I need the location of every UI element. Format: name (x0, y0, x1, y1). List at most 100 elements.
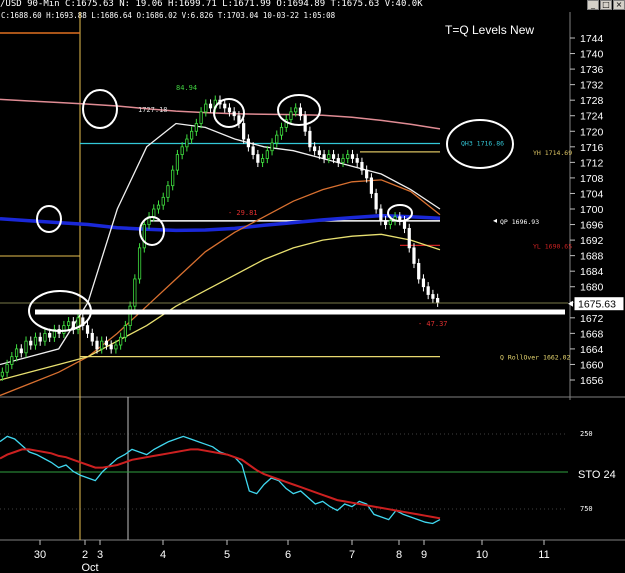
ohlc-readout: C:1688.60 H:1693.88 L:1686.64 O:1686.02 … (1, 11, 336, 20)
candle-body (379, 208, 383, 222)
candle-body (431, 294, 435, 299)
candle-body (14, 348, 19, 358)
candle-body (289, 111, 293, 121)
time-tick-label: 4 (160, 549, 166, 561)
time-tick-label: 5 (224, 549, 230, 561)
price-tick-label: 1664 (580, 344, 604, 356)
price-tick-label: 1724 (580, 111, 604, 123)
price-tick-label: 1660 (580, 359, 604, 371)
candle-body (331, 154, 336, 159)
highlight-ellipse (36, 205, 62, 233)
candle-body (279, 126, 284, 136)
moving-average-white (0, 122, 441, 366)
price-tick-label: 1672 (580, 313, 604, 325)
sto-tick-label: 250 (580, 430, 593, 438)
candle-body (95, 340, 99, 350)
candle-body (171, 169, 175, 187)
sto-tick-label: 750 (580, 505, 593, 513)
candle-body (402, 220, 407, 229)
time-tick-label: 7 (349, 549, 355, 561)
price-annotation: 84.94 (176, 84, 197, 92)
sto-series-line (0, 435, 441, 525)
candle-body (208, 103, 213, 109)
candle-body (355, 158, 359, 163)
candle-body (119, 336, 123, 346)
candle-body (185, 138, 189, 148)
candle-body (275, 134, 279, 144)
price-tick-label: 1708 (580, 173, 604, 185)
candle-body (38, 336, 42, 342)
candle-body (166, 185, 170, 198)
candle-body (19, 348, 23, 354)
candle-body (194, 123, 198, 132)
level-label-q-rollover: Q RollOver 1662.02 (500, 354, 571, 362)
candle-body (223, 103, 227, 109)
level-label-yh: YH 1714.69 (533, 149, 572, 157)
candle-body (336, 158, 340, 163)
price-tick-label: 1736 (580, 64, 604, 76)
chart-title: T=Q Levels New (445, 23, 534, 37)
price-tick-label: 1728 (580, 95, 604, 107)
price-annotation: 1727.18 (138, 106, 168, 114)
candle-body (407, 228, 411, 249)
candle-body (350, 154, 355, 159)
candle-body (317, 150, 321, 155)
candle-body (242, 123, 246, 140)
candle-body (175, 154, 180, 171)
candle-body (360, 161, 364, 171)
time-tick-label: 30 (34, 549, 46, 561)
price-tick-label: 1680 (580, 282, 604, 294)
time-month-label: Oct (81, 562, 98, 573)
stochastic-panel: STO 24 250 750 (0, 430, 616, 525)
candle-body (346, 154, 350, 159)
candle-body (0, 371, 4, 377)
candle-body (298, 107, 303, 117)
price-annotation: - 29.81 (228, 209, 258, 217)
level-label-qp: QP 1696.93 (500, 218, 539, 226)
chart-canvas: C:1688.60 H:1693.88 L:1686.64 O:1686.02 … (0, 11, 625, 573)
candle-body (383, 220, 388, 225)
highlight-ellipse (82, 89, 118, 129)
candle-body (5, 364, 9, 373)
candle-body (85, 325, 90, 334)
candle-body (156, 204, 161, 210)
candle-body (341, 158, 345, 163)
candle-body (199, 111, 203, 124)
candle-body (104, 340, 109, 346)
candle-body (388, 220, 392, 225)
time-tick-label: 10 (476, 549, 488, 561)
price-tick-label: 1688 (580, 251, 604, 263)
price-tick-label: 1656 (580, 375, 604, 387)
candle-body (142, 224, 146, 249)
price-tick-label: 1716 (580, 142, 604, 154)
candle-body (251, 146, 255, 155)
candle-body (114, 344, 118, 350)
price-tick-label: 1692 (580, 235, 604, 247)
candle-body (308, 130, 312, 148)
candle-body (48, 332, 52, 338)
price-tick-label: 1740 (580, 49, 604, 61)
level-label-qh3: QH3 1716.86 (461, 139, 504, 147)
price-tick-label: 1732 (580, 80, 604, 92)
candle-body (232, 111, 236, 117)
price-annotation: - 47.37 (418, 320, 448, 328)
moving-average-blue (0, 213, 441, 233)
time-axis: 30 2 3 4 5 6 7 8 9 10 11 Oct (34, 540, 550, 573)
candle-body (270, 142, 274, 152)
candle-body (29, 340, 33, 346)
last-price-label: 1675.63 (578, 299, 616, 311)
candle-body (133, 278, 137, 307)
candle-body (180, 146, 184, 155)
price-panel: QH3 1716.86 YH 1714.69 QP 1696.93 YL 1690.6… (0, 12, 572, 540)
candle-body (256, 154, 260, 163)
candle-body (246, 138, 250, 148)
qp-marker-icon (493, 218, 497, 223)
candle-body (152, 208, 156, 218)
sto-label: STO 24 (578, 469, 616, 481)
price-tick-label: 1696 (580, 220, 604, 232)
candle-body (123, 325, 127, 338)
time-tick-label: 11 (538, 549, 549, 561)
candle-body (421, 278, 426, 288)
candle-body (24, 340, 28, 354)
candle-body (204, 103, 208, 113)
